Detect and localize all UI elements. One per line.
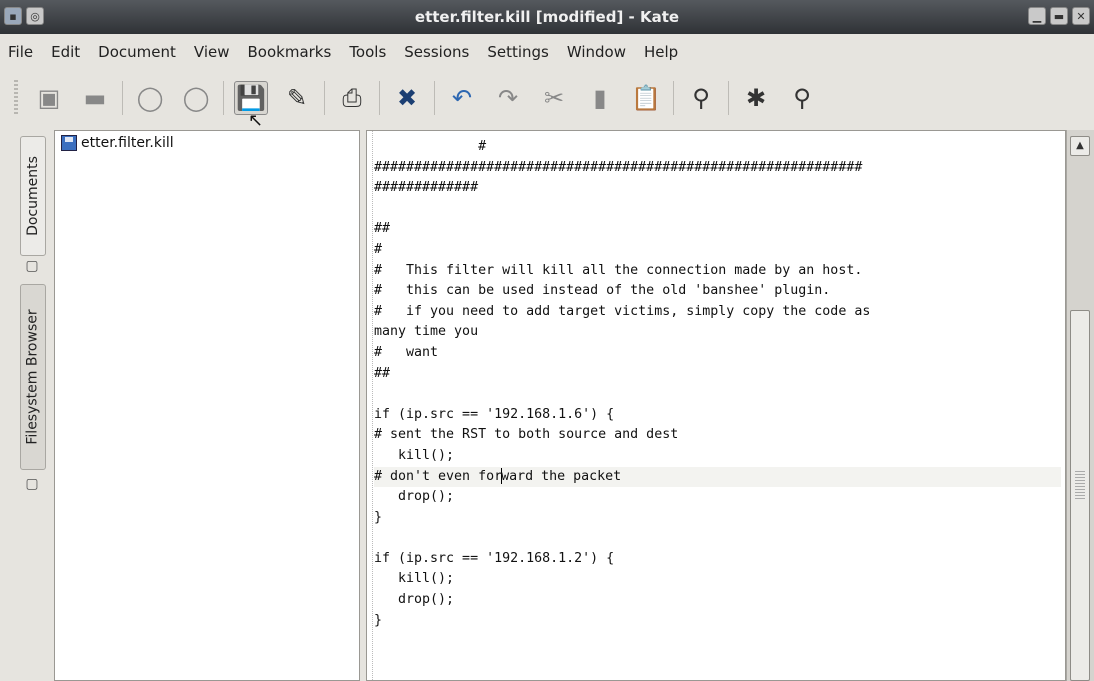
code-line[interactable]: # if you need to add target victims, sim… xyxy=(374,302,1061,323)
list-item[interactable]: etter.filter.kill xyxy=(55,131,359,155)
scrollbar-thumb[interactable] xyxy=(1070,310,1090,681)
code-line[interactable]: # sent the RST to both source and dest xyxy=(374,425,1061,446)
tab-documents-label: Documents xyxy=(25,156,42,236)
code-line[interactable]: drop(); xyxy=(374,590,1061,611)
menu-window[interactable]: Window xyxy=(567,43,626,61)
menu-bookmarks[interactable]: Bookmarks xyxy=(248,43,332,61)
code-line[interactable]: # want xyxy=(374,343,1061,364)
forward-icon[interactable]: ◯ xyxy=(179,81,213,115)
code-line[interactable]: ## xyxy=(374,219,1061,240)
menu-help[interactable]: Help xyxy=(644,43,678,61)
scrollbar-grip xyxy=(1075,471,1085,501)
close-icon[interactable]: ✕ xyxy=(1072,7,1090,25)
code-editor[interactable]: # ######################################… xyxy=(366,130,1066,681)
menu-bar: File Edit Document View Bookmarks Tools … xyxy=(0,34,1094,70)
save-as-icon[interactable]: ✎ xyxy=(280,81,314,115)
current-code-line[interactable]: # don't even forward the packet xyxy=(374,466,1061,488)
toolbar-handle[interactable] xyxy=(14,80,18,116)
code-text-before-caret: # don't even for xyxy=(374,468,503,484)
settings-icon[interactable]: ✱ xyxy=(739,81,773,115)
toolbar-separator xyxy=(122,81,123,115)
code-line[interactable] xyxy=(374,384,1061,405)
menu-tools[interactable]: Tools xyxy=(349,43,386,61)
code-line[interactable]: if (ip.src == '192.168.1.2') { xyxy=(374,549,1061,570)
code-line[interactable]: ## xyxy=(374,364,1061,385)
new-document-icon[interactable]: ▣ xyxy=(32,81,66,115)
menu-sessions[interactable]: Sessions xyxy=(404,43,469,61)
code-line[interactable]: drop(); xyxy=(374,487,1061,508)
menu-settings[interactable]: Settings xyxy=(487,43,549,61)
code-line[interactable] xyxy=(374,199,1061,220)
delete-icon[interactable]: ✖ xyxy=(390,81,424,115)
side-tabs: Documents ▢ Filesystem Browser ▢ xyxy=(0,126,52,681)
code-line[interactable]: if (ip.src == '192.168.1.6') { xyxy=(374,405,1061,426)
cut-icon[interactable]: ✂ xyxy=(537,81,571,115)
toolbar-separator xyxy=(223,81,224,115)
toolbar-separator xyxy=(379,81,380,115)
code-line[interactable]: # xyxy=(374,240,1061,261)
file-icon xyxy=(61,135,77,151)
code-line[interactable]: ############# xyxy=(374,178,1061,199)
back-icon[interactable]: ◯ xyxy=(133,81,167,115)
code-line[interactable]: } xyxy=(374,508,1061,529)
window-title: etter.filter.kill [modified] - Kate xyxy=(414,8,680,26)
undo-icon[interactable]: ↶ xyxy=(445,81,479,115)
code-line[interactable]: kill(); xyxy=(374,446,1061,467)
menu-file[interactable]: File xyxy=(8,43,33,61)
scroll-up-icon[interactable]: ▲ xyxy=(1070,136,1090,156)
code-lines[interactable]: # ######################################… xyxy=(374,137,1061,631)
toolbar-separator xyxy=(434,81,435,115)
toolbar-separator xyxy=(673,81,674,115)
find-icon[interactable]: ⚲ xyxy=(684,81,718,115)
code-line[interactable]: # xyxy=(374,137,1061,158)
zoom-icon[interactable]: ⚲ xyxy=(785,81,819,115)
print-icon[interactable]: ⎙ xyxy=(335,81,369,115)
menu-document[interactable]: Document xyxy=(98,43,176,61)
toolbar-separator xyxy=(728,81,729,115)
code-text-after-caret: ward the packet xyxy=(501,468,622,484)
toolbar-separator xyxy=(324,81,325,115)
code-line[interactable]: many time you xyxy=(374,322,1061,343)
code-line[interactable]: } xyxy=(374,611,1061,632)
title-bar: ▪ ◎ etter.filter.kill [modified] - Kate … xyxy=(0,0,1094,34)
code-line[interactable]: # this can be used instead of the old 'b… xyxy=(374,281,1061,302)
document-name: etter.filter.kill xyxy=(81,135,174,151)
maximize-icon[interactable]: ▬ xyxy=(1050,7,1068,25)
vertical-scrollbar[interactable]: ▲ xyxy=(1066,130,1094,681)
redo-icon[interactable]: ↷ xyxy=(491,81,525,115)
main-toolbar: ▣ ▬ ◯ ◯ 💾 ✎ ⎙ ✖ ↶ ↷ ✂ ▮ 📋 ⚲ ✱ ⚲ xyxy=(0,70,1094,126)
tab-filesystem-browser[interactable]: Filesystem Browser xyxy=(20,284,46,470)
code-line[interactable]: ########################################… xyxy=(374,158,1061,179)
minimize-icon[interactable]: ▁ xyxy=(1028,7,1046,25)
code-line[interactable]: kill(); xyxy=(374,569,1061,590)
documents-panel: etter.filter.kill xyxy=(54,130,360,681)
menu-view[interactable]: View xyxy=(194,43,230,61)
tab-documents[interactable]: Documents xyxy=(20,136,46,256)
close-document-icon[interactable]: ▬ xyxy=(78,81,112,115)
tab-filesystem-label: Filesystem Browser xyxy=(25,309,42,445)
code-line[interactable]: # This filter will kill all the connecti… xyxy=(374,261,1061,282)
mouse-pointer-icon: ↖ xyxy=(248,110,264,131)
icon-border[interactable] xyxy=(367,131,373,680)
documents-tab-icon: ▢ xyxy=(25,258,39,274)
code-line[interactable] xyxy=(374,528,1061,549)
paste-icon[interactable]: 📋 xyxy=(629,81,663,115)
menu-edit[interactable]: Edit xyxy=(51,43,80,61)
copy-icon[interactable]: ▮ xyxy=(583,81,617,115)
filesystem-tab-icon: ▢ xyxy=(25,476,39,492)
